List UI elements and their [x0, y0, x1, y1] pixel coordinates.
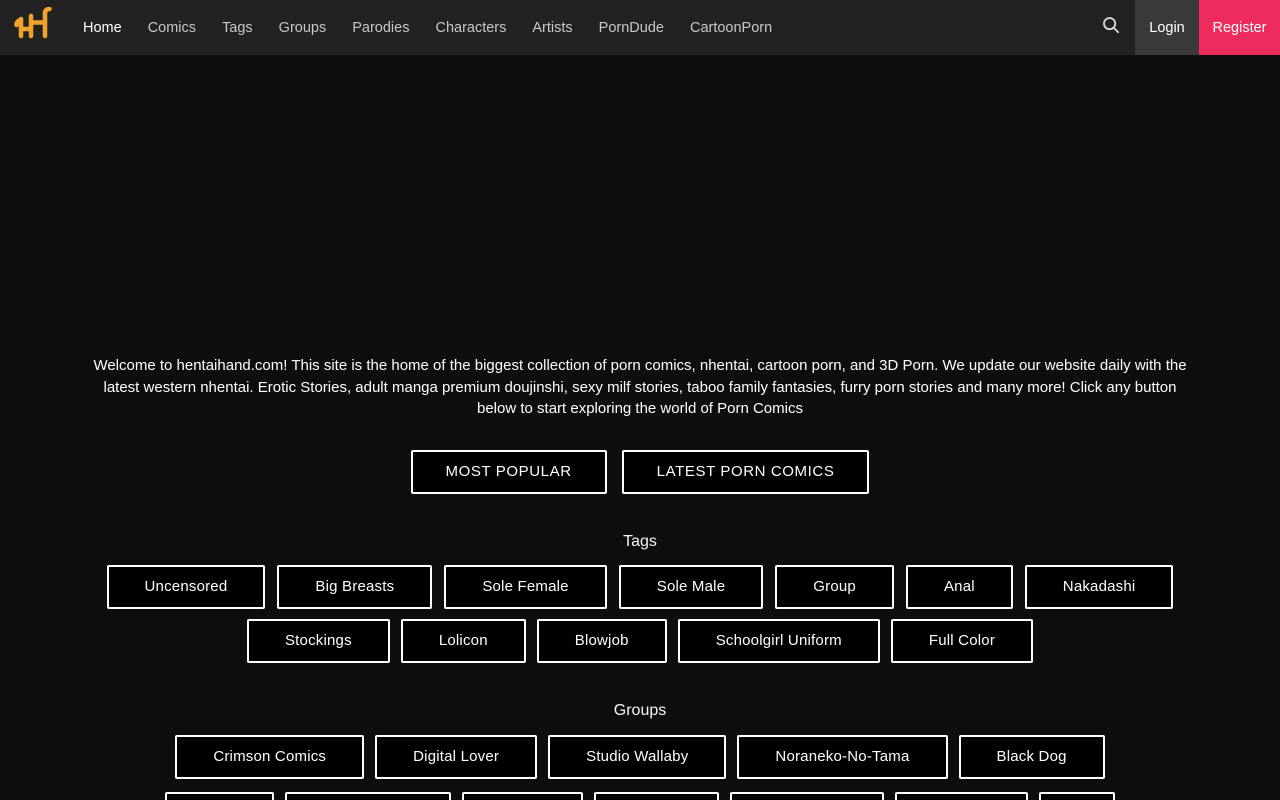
tag-button[interactable]: Group [775, 564, 894, 609]
tag-button[interactable]: Schoolgirl Uniform [677, 618, 880, 663]
search-button[interactable] [1087, 0, 1135, 55]
site-logo[interactable] [0, 0, 64, 55]
group-button[interactable] [462, 791, 583, 800]
most-popular-button[interactable]: MOST POPULAR [410, 449, 607, 494]
nav-link[interactable]: Parodies [352, 20, 409, 36]
tag-button[interactable]: Stockings [246, 618, 390, 663]
main-content: Welcome to hentaihand.com! This site is … [0, 355, 1280, 800]
nav-link[interactable]: Groups [279, 20, 327, 36]
welcome-text: Welcome to hentaihand.com! This site is … [93, 357, 1187, 417]
tags-row-2: Stockings Lolicon Blowjob Schoolgirl Unifor… [0, 618, 1280, 663]
login-button[interactable]: Login [1135, 0, 1199, 55]
tag-button[interactable]: Full Color [890, 618, 1034, 663]
group-button[interactable] [730, 791, 884, 800]
nav-link[interactable]: Artists [532, 20, 572, 36]
tag-button[interactable]: Sole Male [618, 564, 764, 609]
nav-link[interactable]: CartoonPorn [690, 20, 772, 36]
tag-button[interactable]: Anal [905, 564, 1013, 609]
groups-section-title: Groups [613, 701, 667, 719]
groups-row-2-cutoff [0, 791, 1280, 800]
group-button[interactable]: Studio Wallaby [548, 734, 727, 779]
tag-button[interactable]: Uncensored [106, 564, 266, 609]
nav-link[interactable]: Comics [148, 20, 196, 36]
tag-button[interactable]: Sole Female [444, 564, 607, 609]
main-nav: Home Comics Tags Groups Parodies Characters Ar… [64, 0, 772, 55]
nav-link[interactable]: PornDude [599, 20, 664, 36]
group-button[interactable] [594, 791, 719, 800]
tag-button[interactable]: Big Breasts [277, 564, 433, 609]
group-button[interactable] [895, 791, 1028, 800]
search-icon [1101, 15, 1121, 40]
group-button[interactable]: Noraneko-No-Tama [737, 734, 948, 779]
cta-row: MOST POPULAR LATEST PORN COMICS [0, 449, 1280, 494]
register-button[interactable]: Register [1199, 0, 1280, 55]
nav-link[interactable]: Home [83, 20, 122, 36]
group-button[interactable]: Crimson Comics [175, 734, 365, 779]
group-button[interactable] [285, 791, 451, 800]
tags-section-title: Tags [623, 532, 657, 550]
group-button[interactable] [165, 791, 274, 800]
nav-link[interactable]: Characters [435, 20, 506, 36]
logo-icon [13, 6, 53, 48]
navbar: Home Comics Tags Groups Parodies Characters Ar… [0, 0, 1280, 55]
group-button[interactable]: Digital Lover [375, 734, 538, 779]
tag-button[interactable]: Lolicon [400, 618, 526, 663]
groups-row-1: Crimson Comics Digital Lover Studio Wallab… [0, 734, 1280, 779]
group-button[interactable]: Black Dog [958, 734, 1105, 779]
group-button[interactable] [1039, 791, 1115, 800]
latest-porn-comics-button[interactable]: LATEST PORN COMICS [621, 449, 870, 494]
tag-button[interactable]: Blowjob [536, 618, 667, 663]
tags-row-1: Uncensored Big Breasts Sole Female Sole Mal… [0, 564, 1280, 609]
tag-button[interactable]: Nakadashi [1024, 564, 1174, 609]
nav-link[interactable]: Tags [222, 20, 253, 36]
